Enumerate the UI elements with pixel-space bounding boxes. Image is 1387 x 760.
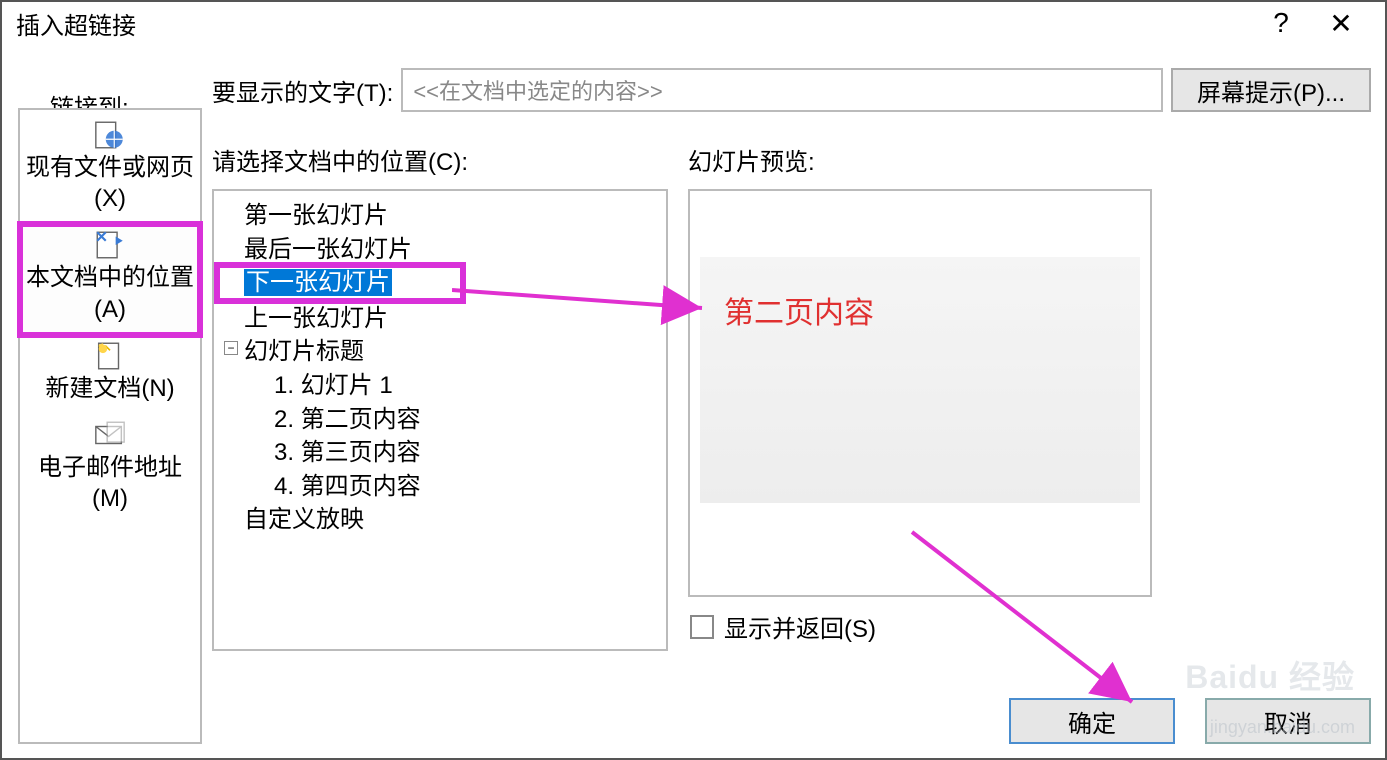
ok-button[interactable]: 确定 [1009,698,1175,744]
dialog-body: 现有文件或网页(X) 本文档中的位置(A) 新建文档(N) 电子邮件地址(M) [2,44,1385,758]
show-return-checkbox[interactable] [690,615,714,639]
new-document-icon [93,341,127,371]
collapse-icon[interactable]: − [224,341,238,355]
sidebar-item-existing-file[interactable]: 现有文件或网页(X) [20,110,200,224]
help-button[interactable]: ? [1251,7,1311,39]
dialog-title: 插入超链接 [16,6,1251,41]
sidebar-item-new-document[interactable]: 新建文档(N) [20,335,200,414]
tree-item-slide[interactable]: 1. 幻灯片 1 [218,369,662,403]
tree-column: 请选择文档中的位置(C): 第一张幻灯片 最后一张幻灯片 下一张幻灯片 上一张幻… [212,142,668,744]
globe-page-icon [93,120,127,150]
sidebar-item-label: 现有文件或网页(X) [24,152,196,214]
document-location-icon [93,230,127,260]
tree-item-slide[interactable]: 3. 第三页内容 [218,436,662,470]
annotation-text: 第二页内容 [724,288,874,332]
tree-label: 请选择文档中的位置(C): [212,142,668,177]
tree-item-custom-show[interactable]: 自定义放映 [218,503,662,537]
sidebar-item-this-document[interactable]: 本文档中的位置(A) [20,224,200,334]
slide-preview [688,189,1152,597]
display-text-input[interactable]: <<在文档中选定的内容>> [401,68,1163,112]
show-return-row[interactable]: 显示并返回(S) [690,609,1152,644]
display-text-label: 要显示的文字(T): [212,73,393,108]
preview-column: 幻灯片预览: 显示并返回(S) [688,142,1152,744]
show-return-label: 显示并返回(S) [724,609,876,644]
insert-hyperlink-dialog: 插入超链接 ? ✕ 链接到: 现有文件或网页(X) 本文档中的位置(A) [0,0,1387,760]
watermark: Baidu 经验 [1185,652,1355,698]
preview-label: 幻灯片预览: [688,142,1152,177]
tree-item-slide[interactable]: 2. 第二页内容 [218,403,662,437]
tree-item-slide[interactable]: 4. 第四页内容 [218,470,662,504]
tree-item-prev-slide[interactable]: 上一张幻灯片 [218,302,662,336]
linkto-sidebar: 现有文件或网页(X) 本文档中的位置(A) 新建文档(N) 电子邮件地址(M) [18,108,202,744]
close-button[interactable]: ✕ [1311,7,1371,40]
right-panel: 要显示的文字(T): <<在文档中选定的内容>> 屏幕提示(P)... 请选择文… [212,68,1371,744]
sidebar-item-label: 新建文档(N) [45,373,174,404]
display-text-row: 要显示的文字(T): <<在文档中选定的内容>> 屏幕提示(P)... [212,68,1371,112]
watermark-url: jingyan.baidu.com [1210,717,1355,738]
tree-item-slide-titles[interactable]: −幻灯片标题 [218,335,662,369]
sidebar-item-label: 本文档中的位置(A) [24,262,196,324]
titlebar: 插入超链接 ? ✕ [2,2,1385,44]
sidebar-item-email[interactable]: 电子邮件地址(M) [20,414,200,524]
sidebar-item-label: 电子邮件地址(M) [24,452,196,514]
location-tree[interactable]: 第一张幻灯片 最后一张幻灯片 下一张幻灯片 上一张幻灯片 −幻灯片标题 1. 幻… [212,189,668,651]
screentip-button[interactable]: 屏幕提示(P)... [1171,68,1371,112]
tree-item-first-slide[interactable]: 第一张幻灯片 [218,199,662,233]
tree-item-next-slide[interactable]: 下一张幻灯片 [218,266,462,300]
tree-item-last-slide[interactable]: 最后一张幻灯片 [218,233,662,267]
email-icon [93,420,127,450]
